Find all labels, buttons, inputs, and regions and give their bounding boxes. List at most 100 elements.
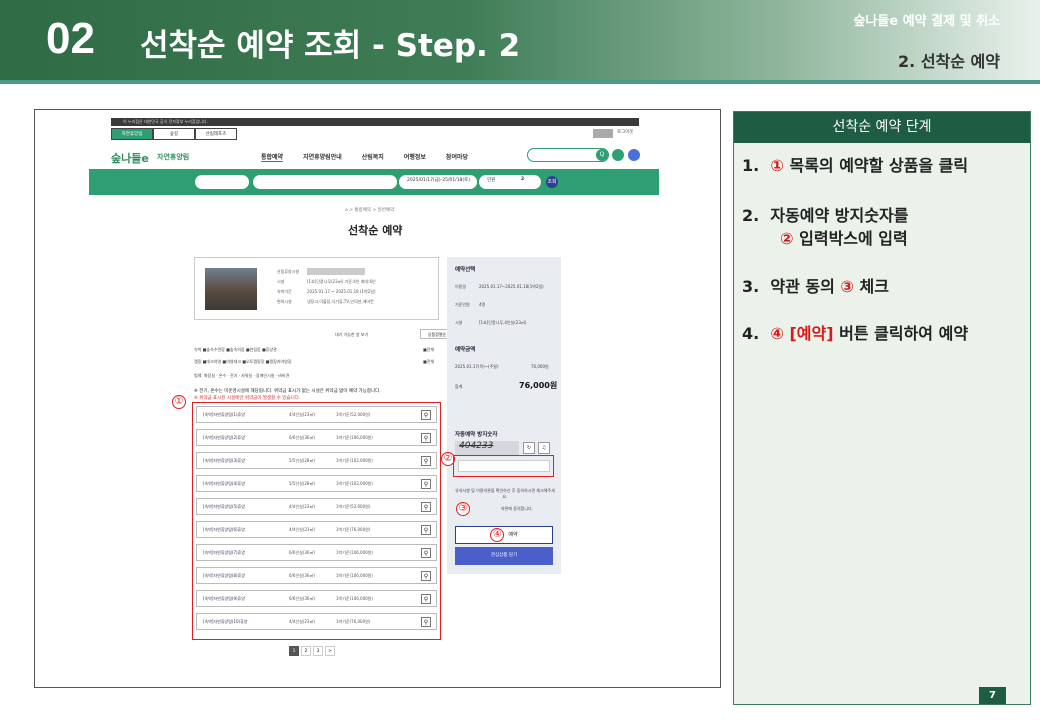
reservation-summary: 예약선택 이용일 2025.01.17~2025.01.18(1박2일) 기준인… [447,257,561,430]
captcha-title: 자동예약 방지숫자 [455,432,498,438]
page-link[interactable]: 3 [313,646,323,656]
search-icon[interactable]: Q [596,149,608,161]
search-icon[interactable]: ⚲ [421,433,431,443]
captcha-input[interactable] [458,460,550,472]
search-submit-button[interactable]: 조회 [546,176,558,188]
available-only-check[interactable]: 대기 가능한 방 보기 [335,332,368,338]
card-label: 시설 [277,279,285,284]
summary-value: 4명 [479,302,486,307]
page-link[interactable]: 2 [301,646,311,656]
pagination: 1 2 3 > [289,646,335,656]
page-link[interactable]: 1 [289,646,299,656]
notice-line: ※ 전기, 온수는 미운영시설에 해당됩니다. 위약금 표시가 없는 시설은 위… [194,389,381,394]
room-row[interactable]: [숙박]자연휴양림(9)휴양 6/6인실(36㎡) 1박기준(106,000원) ⚲ [196,590,437,607]
notice-line: ※ 위약금 표시된 시설에만 위약금이 발생할 수 있습니다. [194,396,301,401]
reserve-button[interactable]: ④ 예약 [455,526,553,544]
summary-label: 시설 [455,320,463,325]
main-menu: 통합예약 자연휴양림안내 산림복지 여행정보 참여마당 [261,152,468,162]
section-number: 02 [46,14,95,63]
refresh-icon[interactable]: ↻ [523,442,535,454]
room-row[interactable]: [숙박]자연휴양림(7)휴양 6/6인실(36㎡) 1박기준(106,000원) ⚲ [196,544,437,561]
agree-notice: 유의사항 및 이용약관을 확인하신 후 동의하시면 체크해주세요. [455,488,555,499]
user-name-box [593,129,613,138]
breadcrumb: ⌂ > 통합예약 > 일반예약 [345,208,395,213]
room-row[interactable]: [숙박]자연휴양림(3)휴양 5/5인실(28㎡) 1박기준(102,000원) ⚲ [196,452,437,469]
page-title: 선착순 예약 조회 - Step. 2 [140,28,521,64]
marker-1: ① [172,395,186,409]
card-label: 편의시설 [277,299,292,304]
doc-subtitle: 숲나들e 예약 결제 및 취소 [853,14,1000,29]
facility-card: 산림휴양시설 시설 숙박기간 편의시설 [1호]단풍나무(23㎡) 기준:4인 … [194,257,439,320]
room-row[interactable]: [숙박]자연휴양림(10)휴양 4/4인실(23㎡) 1박기준(76,000원) ⚲ [196,613,437,630]
page-number: 7 [979,687,1006,704]
amount-line: 2025.01.17(목)~(주말) [455,364,499,369]
amount-line-value: 76,000원 [531,364,549,369]
search-icon[interactable]: ⚲ [421,502,431,512]
filter-lodging-all[interactable]: ■전체 [423,347,434,353]
menu-circle-icon[interactable] [612,149,624,161]
search-icon[interactable]: ⚲ [421,548,431,558]
room-row[interactable]: [숙박]자연휴양림(8)휴양 6/6인실(36㎡) 1박기준(106,000원) ⚲ [196,567,437,584]
filter-camping-all[interactable]: ■전체 [423,359,434,365]
room-row[interactable]: [숙박]자연휴양림(1)휴양 4/4인실(23㎡) 1박기준(52,000원) ⚲ [196,406,437,423]
room-row[interactable]: [숙박]자연휴양림(6)휴양 4/4인실(23㎡) 1박기준(76,000원) ⚲ [196,521,437,538]
site-tabs: 자연휴양림 숲길 산림레포츠 [111,128,237,140]
step-2: 2. 자동예약 방지숫자를 ② 입력박스에 입력 [742,206,909,248]
reservation-heading: 선착순 예약 [348,224,403,237]
facility-name-box [307,268,365,275]
date-range: 2025/01/17(금)-25/01/18(토) [407,178,471,183]
website-screenshot: 이 누리집은 대한민국 공식 전자정부 누리집입니다. 자연휴양림 숲길 산림레… [34,109,721,688]
agree-checkbox[interactable]: 약관에 동의합니다. [467,506,567,512]
region-select[interactable] [195,175,249,189]
search-icon[interactable]: ⚲ [421,456,431,466]
legend: 범례: 화장실 · 온수 · 전기 · 샤워실 · 장애인시설 · 바비큐 [194,373,290,378]
search-icon[interactable]: ⚲ [421,525,431,535]
card-label: 산림휴양시설 [277,269,300,274]
tab-trail[interactable]: 숲길 [153,128,195,140]
step-1: 1. ① 목록의 예약할 상품을 클릭 [742,156,969,175]
card-value: 냉장고,이불장,식기류,TV,인덕션,에어컨 [307,299,374,304]
captcha-image: 404233 [455,441,519,455]
header-divider [0,80,1040,84]
card-label: 숙박기간 [277,289,292,294]
gov-notice-bar: 이 누리집은 대한민국 공식 전자정부 누리집입니다. [111,118,639,126]
search-icon[interactable]: ⚲ [421,594,431,604]
steps-panel: 선착순 예약 단계 1. ① 목록의 예약할 상품을 클릭 2. 자동예약 방지… [733,111,1031,705]
menu-forest-guide[interactable]: 자연휴양림안내 [303,152,342,162]
room-list: [숙박]자연휴양림(1)휴양 4/4인실(23㎡) 1박기준(52,000원) ⚲ [… [192,402,441,640]
filter-row-lodging: 숙박 ■숲속수련장 ■숲속의집 ■연립동 ■휴양관 [194,347,277,352]
menu-community[interactable]: 참여마당 [446,152,468,162]
menu-integrated-reservation[interactable]: 통합예약 [261,152,284,162]
search-icon[interactable]: ⚲ [421,571,431,581]
room-row[interactable]: [숙박]자연휴양림(4)휴양 5/5인실(28㎡) 1박기준(102,000원) ⚲ [196,475,437,492]
logout-link[interactable]: 로그아웃 [617,129,634,135]
search-icon[interactable]: ⚲ [421,479,431,489]
speaker-icon[interactable]: ♫ [538,442,550,454]
summary-label: 이용일 [455,284,467,289]
card-value: 2025.01.17 ~ 2025.01.18 (1박2일) [307,289,376,294]
tab-leisure[interactable]: 산림레포츠 [195,128,237,140]
step-3: 3. 약관 동의 ③ 체크 [742,277,889,296]
room-row[interactable]: [숙박]자연휴양림(2)휴양 6/6인실(36㎡) 1박기준(106,000원) ⚲ [196,429,437,446]
steps-title: 선착순 예약 단계 [734,112,1030,143]
site-logo[interactable]: 숲나들e [111,150,149,166]
filter-row-camping: 캠핑 ■데크야영 ■야영데크 ■오토캠핑장 ■캠핑카야영장 [194,359,292,364]
menu-welfare[interactable]: 산림복지 [362,152,384,162]
forest-select[interactable] [253,175,397,189]
step-4: 4. ④ [예약] 버튼 클릭하여 예약 [742,324,969,343]
grid-icon[interactable] [628,149,640,161]
summary-value: [1호]단풍나무,4인실(23㎡) [479,320,527,325]
total-value: 76,000원 [519,381,558,390]
search-icon[interactable]: ⚲ [421,410,431,420]
wishlist-button[interactable]: 관심상품 담기 [455,547,553,565]
facility-photo [205,268,257,310]
tab-forest[interactable]: 자연휴양림 [111,128,153,140]
next-page-button[interactable]: > [325,646,335,656]
marker-4: ④ [490,527,505,542]
search-icon[interactable]: ⚲ [421,617,431,627]
room-row[interactable]: [숙박]자연휴양림(5)휴양 4/4인실(23㎡) 1박기준(52,000원) ⚲ [196,498,437,515]
menu-travel[interactable]: 여행정보 [404,152,426,162]
section-subtitle: 2. 선착순 예약 [898,52,1000,71]
people-count: 2 [521,177,525,182]
summary-title: 예약선택 [455,267,476,273]
